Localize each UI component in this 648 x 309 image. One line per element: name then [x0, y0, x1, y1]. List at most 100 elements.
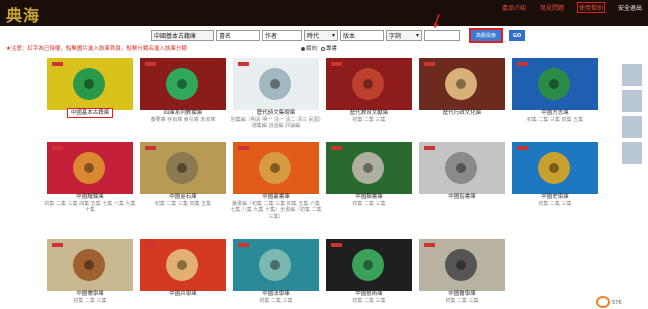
database-cover[interactable]: [326, 142, 412, 194]
cover-seal-icon: [238, 146, 249, 150]
side-tab-3[interactable]: [622, 116, 642, 138]
jade-disc-icon: [73, 249, 105, 281]
go-button[interactable]: GO: [509, 30, 525, 41]
database-caption: 歷代詩文集總庫 別集編（明清 明一 清一 清二 清三 民國）總集編 詩話編 評論編: [230, 110, 322, 130]
database-cover[interactable]: [47, 58, 133, 110]
database-cover[interactable]: [419, 142, 505, 194]
cover-seal-icon: [145, 243, 156, 247]
top-nav: 產品介紹 常見問題 使用幫助 安全退出: [502, 2, 642, 13]
radio-selected-icon: [301, 46, 305, 51]
database-subcollections[interactable]: 薈要庫 存目庫 索引庫 未收庫: [137, 117, 229, 124]
database-cover[interactable]: [326, 239, 412, 291]
advanced-search-button[interactable]: 高級檢索: [469, 28, 503, 43]
database-caption: 中國史學庫 初集 二集 三集: [509, 194, 601, 207]
database-title-text: 中國法學庫: [262, 291, 290, 297]
notice-text: ★注意：紅字為已授權，點擊圖片進入該庫首頁。點擊分類名進入該庫分類: [6, 46, 187, 52]
database-title-link[interactable]: 中國兵學庫: [137, 291, 229, 298]
database-title-text: 中國兵學庫: [169, 291, 197, 297]
cover-seal-icon: [517, 146, 528, 150]
edition-field[interactable]: 版本: [340, 30, 384, 41]
status-badge-icon: [596, 296, 610, 308]
database-subcollections[interactable]: 叢書編（初集 二集 三集 四集 五集 六集 七集 八集 九集 十集）全書編（初集…: [230, 201, 322, 221]
side-tab-2[interactable]: [622, 90, 642, 112]
database-cover[interactable]: [47, 239, 133, 291]
jade-disc-icon: [259, 249, 291, 281]
radio-empty-icon: [321, 46, 326, 51]
jade-disc-icon: [73, 68, 105, 100]
database-subcollections[interactable]: 初集 二集 三集: [509, 201, 601, 208]
database-cover[interactable]: [140, 142, 226, 194]
radio-vertical-label: 縱向: [306, 46, 318, 52]
database-title-text: 中國基本古籍庫: [66, 108, 114, 118]
library-select-value: 中國基本古籍庫: [154, 33, 197, 40]
side-tab-1[interactable]: [622, 64, 642, 86]
cover-seal-icon: [424, 243, 435, 247]
jade-disc-icon: [166, 152, 198, 184]
database-subcollections[interactable]: 別集編（明清 明一 清一 清二 清三 民國）總集編 詩話編 評論編: [230, 117, 322, 130]
top-nav-link[interactable]: 安全退出: [618, 3, 642, 12]
database-subcollections[interactable]: 初集 二集 三集: [323, 201, 415, 208]
database-subcollections[interactable]: 初集 二集 三集 四集 五集: [137, 201, 229, 208]
database-title-link[interactable]: 中國俗書庫: [416, 194, 508, 201]
database-subcollections[interactable]: 初集 二集 三集: [323, 298, 415, 305]
side-tab-4[interactable]: [622, 142, 642, 164]
database-title-link[interactable]: 中國基本古籍庫: [44, 108, 136, 118]
top-nav-link[interactable]: 常見問題: [540, 3, 564, 12]
jade-disc-icon: [538, 68, 570, 100]
database-title-text: 歷代行政文化庫: [442, 110, 482, 116]
top-nav-link[interactable]: 使用幫助: [576, 2, 605, 13]
database-title-text: 中國藝術庫: [355, 291, 383, 297]
database-subcollections[interactable]: 初集 二集 三集: [44, 298, 136, 305]
database-cover[interactable]: [47, 142, 133, 194]
database-cover[interactable]: [233, 239, 319, 291]
database-cover[interactable]: [512, 58, 598, 110]
word-select-value: 字詞: [389, 33, 402, 40]
radio-book[interactable]: 專書: [321, 44, 337, 52]
database-subcollections[interactable]: 初集 二集 三集 四集 五集 七集 八集 九集 十集: [44, 201, 136, 214]
title-field-placeholder: 書名: [219, 33, 232, 40]
author-field[interactable]: 作者: [262, 30, 302, 41]
chevron-down-icon: ▾: [331, 32, 335, 39]
site-logo[interactable]: 典海: [6, 2, 40, 26]
annotation-arrow: [434, 14, 440, 28]
database-caption: 四庫系列數據庫 薈要庫 存目庫 索引庫 未收庫: [137, 110, 229, 123]
database-title-text: 中國方志庫: [541, 110, 569, 116]
database-cover[interactable]: [140, 58, 226, 110]
database-caption: 中國譜牒庫 初集 二集 三集 四集 五集 七集 八集 九集 十集: [44, 194, 136, 214]
database-cover[interactable]: [233, 142, 319, 194]
database-caption: 中國兵學庫: [137, 291, 229, 298]
cover-seal-icon: [424, 146, 435, 150]
database-subcollections[interactable]: 初集 二集 三集: [230, 298, 322, 305]
database-title-text: 中國叢書庫: [262, 194, 290, 200]
search-mode-radios: 縱向 專書: [301, 44, 337, 52]
cover-seal-icon: [52, 146, 63, 150]
database-subcollections[interactable]: 初集 二集 三集: [416, 298, 508, 305]
database-title-text: 四庫系列數據庫: [163, 110, 203, 116]
jade-disc-icon: [445, 152, 477, 184]
database-subcollections[interactable]: 初集 二集 三集: [323, 117, 415, 124]
database-caption: 歷代教育文獻庫 初集 二集 三集: [323, 110, 415, 123]
database-cover[interactable]: [233, 58, 319, 110]
database-cover[interactable]: [140, 239, 226, 291]
chevron-down-icon: ▾: [415, 32, 419, 39]
database-cover[interactable]: [419, 58, 505, 110]
database-title-text: 歷代詩文集總庫: [256, 110, 296, 116]
database-caption: 中國藝術庫 初集 二集 三集: [323, 291, 415, 304]
radio-vertical[interactable]: 縱向: [301, 44, 317, 52]
cover-seal-icon: [424, 62, 435, 66]
database-cover[interactable]: [512, 142, 598, 194]
top-nav-link[interactable]: 產品介紹: [502, 3, 526, 12]
era-select[interactable]: 時代 ▾: [304, 30, 338, 41]
database-caption: 中國類書庫 初集 二集 三集: [323, 194, 415, 207]
jade-disc-icon: [259, 68, 291, 100]
database-cover[interactable]: [419, 239, 505, 291]
jade-disc-icon: [352, 249, 384, 281]
library-select[interactable]: 中國基本古籍庫: [151, 30, 214, 41]
word-select[interactable]: 字詞 ▾: [386, 30, 422, 41]
database-title-link[interactable]: 歷代行政文化庫: [416, 110, 508, 117]
title-field[interactable]: 書名: [216, 30, 260, 41]
keyword-input[interactable]: [424, 30, 460, 41]
database-subcollections[interactable]: 初集 二集 三集 四集 五集: [509, 117, 601, 124]
database-cover[interactable]: [326, 58, 412, 110]
database-caption: 中國基本古籍庫: [44, 108, 136, 118]
